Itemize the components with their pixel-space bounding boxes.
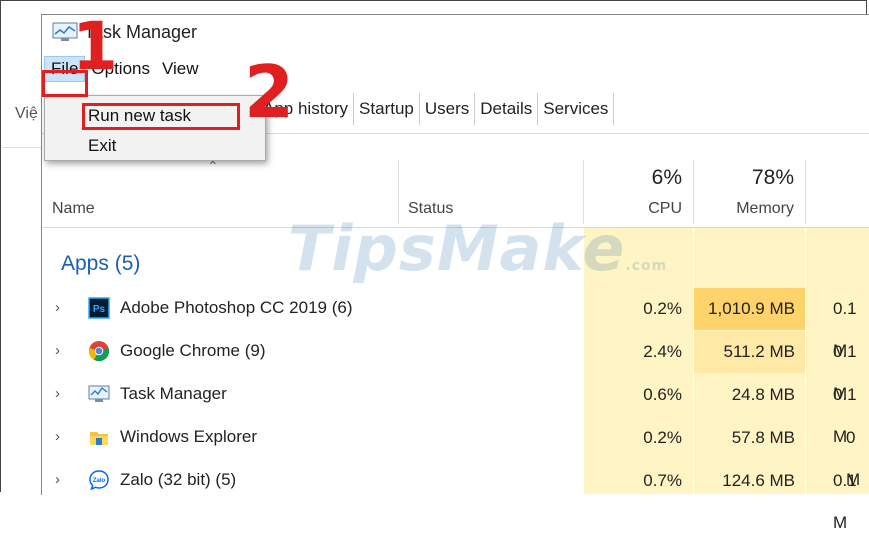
row-cpu: 0.7% bbox=[643, 471, 682, 490]
tab-strip: App history Startup Users Details Servic… bbox=[258, 93, 615, 125]
photoshop-icon: Ps bbox=[88, 297, 110, 319]
watermark: TipsMake.com bbox=[288, 212, 667, 285]
table-row[interactable]: › Google Chrome (9) 2.4% 511.2 MB 0.1 M bbox=[42, 331, 869, 403]
folder-icon bbox=[90, 432, 108, 445]
row-memory: 1,010.9 MB bbox=[694, 288, 805, 330]
row-memory: 511.2 MB bbox=[694, 331, 805, 373]
menu-item-exit[interactable]: Exit bbox=[88, 136, 116, 156]
row-disk: 0.1 M bbox=[833, 385, 857, 446]
column-header-memory[interactable]: Memory bbox=[700, 200, 794, 218]
chevron-right-icon[interactable]: › bbox=[55, 471, 60, 488]
chevron-right-icon[interactable]: › bbox=[55, 342, 60, 359]
menu-view[interactable]: View bbox=[156, 57, 205, 81]
row-cpu: 2.4% bbox=[643, 342, 682, 361]
row-cpu: 0.2% bbox=[643, 299, 682, 318]
apps-group-header[interactable]: Apps (5) bbox=[61, 252, 140, 276]
tab-users[interactable]: Users bbox=[420, 93, 476, 125]
row-memory: 124.6 MB bbox=[722, 471, 795, 490]
row-name: Windows Explorer bbox=[120, 427, 257, 446]
row-name: Google Chrome (9) bbox=[120, 341, 266, 360]
row-disk: 0.1 M bbox=[833, 342, 857, 403]
row-disk: 0 M bbox=[846, 428, 861, 489]
row-disk: 0.1 M bbox=[833, 299, 857, 360]
chevron-right-icon[interactable]: › bbox=[55, 428, 60, 445]
chrome-icon bbox=[88, 341, 110, 362]
svg-text:Zalo: Zalo bbox=[93, 478, 106, 484]
row-name: Task Manager bbox=[120, 384, 227, 403]
chevron-right-icon[interactable]: › bbox=[55, 299, 60, 316]
task-manager-icon bbox=[88, 385, 110, 402]
memory-total-percent[interactable]: 78% bbox=[700, 166, 794, 190]
row-disk: 0.1 M bbox=[833, 471, 857, 532]
annotation-number-1: 1 bbox=[72, 8, 118, 85]
background-window-text: Việ bbox=[15, 105, 38, 122]
column-header-name[interactable]: Name bbox=[52, 200, 95, 218]
row-name: Adobe Photoshop CC 2019 (6) bbox=[120, 298, 353, 317]
row-memory: 57.8 MB bbox=[731, 428, 795, 447]
cpu-total-percent[interactable]: 6% bbox=[600, 166, 682, 190]
table-row[interactable]: › Task Manager 0.6% 24.8 MB 0.1 M bbox=[42, 374, 869, 446]
column-separator bbox=[805, 160, 806, 224]
row-name: Zalo (32 bit) (5) bbox=[120, 470, 237, 489]
chevron-right-icon[interactable]: › bbox=[55, 385, 60, 402]
table-row[interactable]: › Ps Adobe Photoshop CC 2019 (6) 0.2% 1,… bbox=[42, 288, 869, 360]
annotation-number-2: 2 bbox=[244, 50, 295, 134]
tab-services[interactable]: Services bbox=[538, 93, 615, 125]
column-separator bbox=[693, 160, 694, 224]
table-row[interactable]: › Zalo Zalo (32 bit) (5) 0.7% 124.6 MB 0… bbox=[42, 460, 869, 532]
tab-startup[interactable]: Startup bbox=[354, 93, 420, 125]
background-window: Việ bbox=[1, 1, 42, 493]
svg-text:Ps: Ps bbox=[93, 304, 106, 315]
zalo-icon: Zalo bbox=[89, 470, 109, 491]
row-memory: 24.8 MB bbox=[731, 385, 795, 404]
divider bbox=[2, 147, 42, 148]
table-row[interactable]: › Windows Explorer 0.2% 57.8 MB 0 M bbox=[42, 417, 869, 489]
row-cpu: 0.6% bbox=[643, 385, 682, 404]
watermark-text: TipsMake bbox=[288, 212, 626, 285]
annotation-box-run-new-task bbox=[82, 103, 240, 130]
row-cpu: 0.2% bbox=[643, 428, 682, 447]
tab-details[interactable]: Details bbox=[475, 93, 539, 125]
watermark-suffix: .com bbox=[625, 258, 668, 274]
